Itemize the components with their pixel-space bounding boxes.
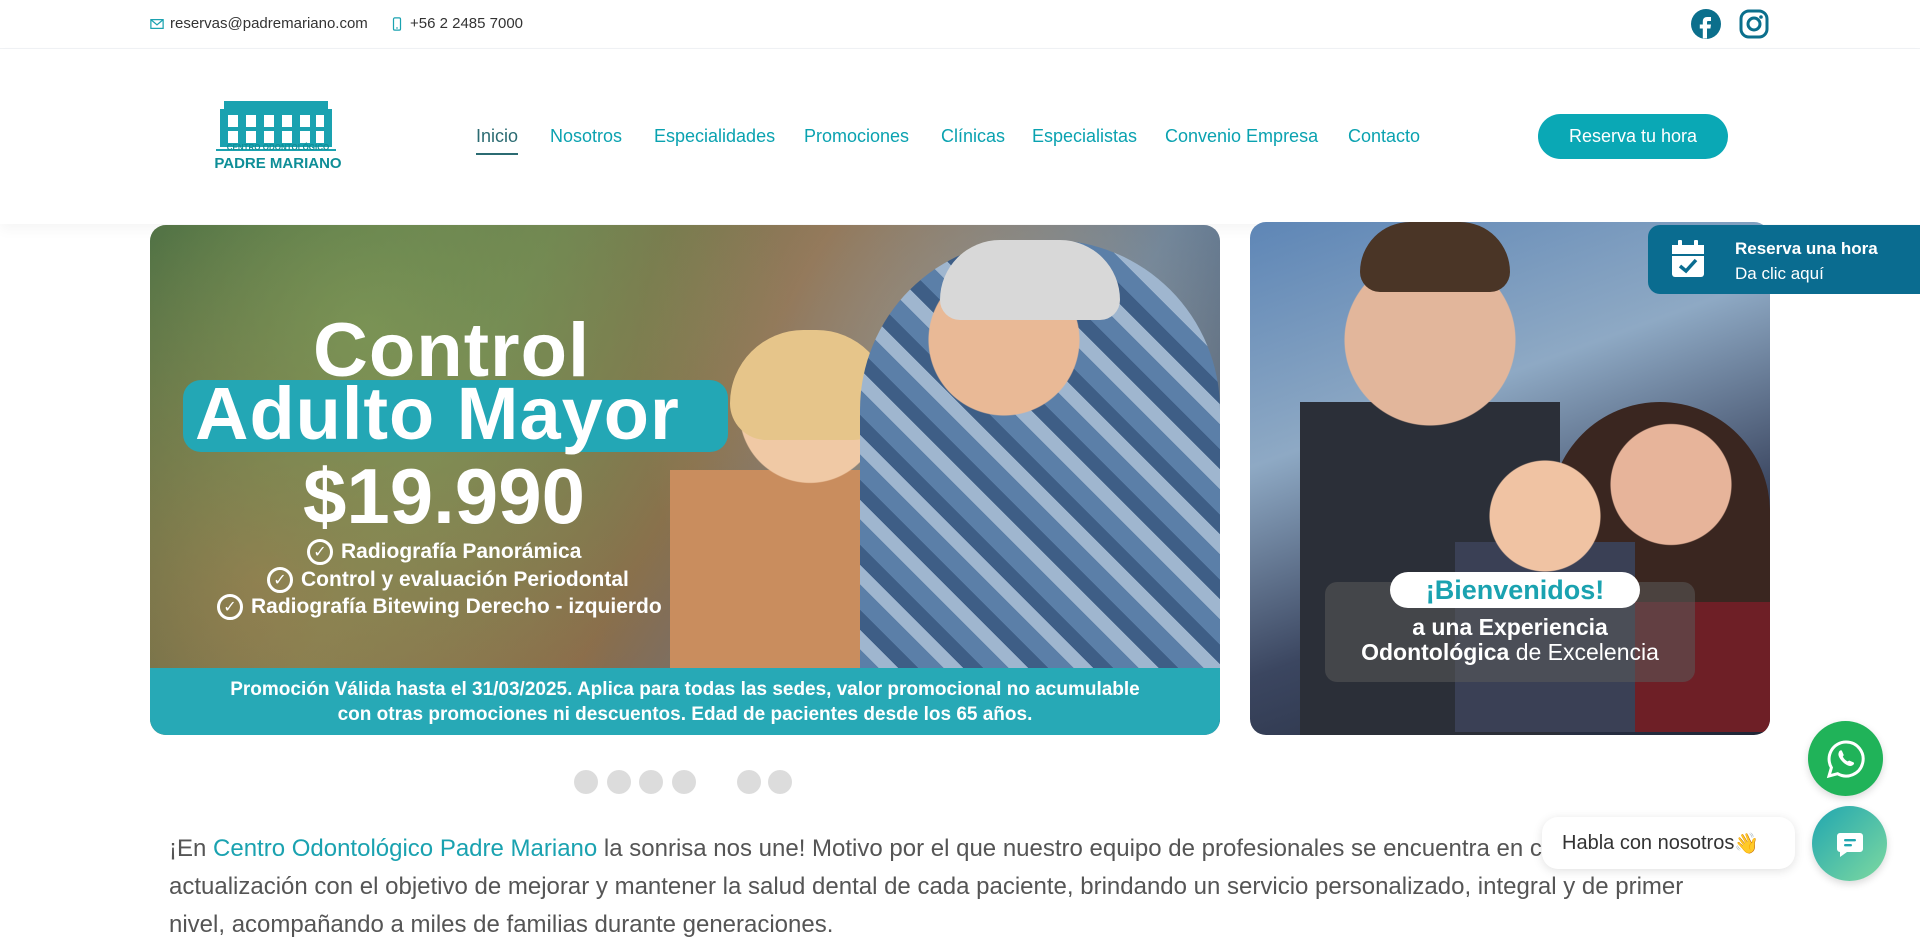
chat-invite-bubble[interactable]: Habla con nosotros 👋	[1542, 817, 1795, 869]
carousel-dot[interactable]	[607, 770, 631, 794]
email-text: reservas@padremariano.com	[170, 15, 368, 32]
nav-item-promociones[interactable]: Promociones	[804, 126, 909, 147]
carousel-dot[interactable]	[574, 770, 598, 794]
carousel-dot[interactable]	[672, 770, 696, 794]
promo-conditions-line2: con otras promociones ni descuentos. Eda…	[337, 704, 1033, 725]
welcome-line1: a una Experiencia	[1412, 614, 1608, 640]
check-circle-icon: ✓	[217, 594, 243, 620]
nav-item-especialidades[interactable]: Especialidades	[654, 126, 775, 147]
carousel-dot[interactable]	[768, 770, 792, 794]
logo[interactable]: CENTRO ODONTOLÓGICO PADRE MARIANO	[208, 95, 348, 179]
welcome-line2: Odontológica de Excelencia	[1325, 639, 1695, 666]
phone-contact[interactable]: +56 2 2485 7000	[390, 15, 523, 32]
instagram-icon[interactable]	[1738, 8, 1770, 40]
nav-item-clinicas[interactable]: Clínicas	[941, 126, 1005, 147]
nav-item-convenio-empresa[interactable]: Convenio Empresa	[1165, 126, 1318, 147]
calendar-check-icon	[1672, 240, 1704, 277]
envelope-icon	[150, 18, 164, 29]
waving-hand-icon: 👋	[1734, 832, 1760, 855]
promo-check-text: Radiografía Bitewing Derecho - izquierdo	[251, 595, 662, 618]
check-circle-icon: ✓	[307, 539, 333, 565]
promo-check-text: Radiografía Panorámica	[341, 540, 582, 563]
logo-title: PADRE MARIANO	[214, 155, 342, 172]
promo-check-item: ✓ Radiografía Bitewing Derecho - izquier…	[217, 594, 662, 620]
intro-highlight: Centro Odontológico Padre Mariano	[213, 835, 598, 862]
promo-conditions-line1: Promoción Válida hasta el 31/03/2025. Ap…	[230, 679, 1140, 700]
promo-check-item: ✓ Radiografía Panorámica	[307, 539, 581, 565]
nav-item-inicio[interactable]: Inicio	[476, 126, 519, 155]
chat-invite-text: Habla con nosotros	[1562, 831, 1735, 854]
promo-title-line2: Adulto Mayor	[195, 372, 680, 455]
whatsapp-icon	[1826, 739, 1865, 778]
logo-subtitle: CENTRO ODONTOLÓGICO	[226, 143, 330, 152]
carousel-dot[interactable]	[639, 770, 663, 794]
carousel-dot[interactable]	[737, 770, 761, 794]
welcome-pill: ¡Bienvenidos!	[1390, 572, 1640, 608]
nav-item-nosotros[interactable]: Nosotros	[550, 126, 622, 147]
welcome-line2-rest: de Excelencia	[1509, 639, 1659, 665]
whatsapp-button[interactable]	[1808, 721, 1883, 796]
email-contact[interactable]: reservas@padremariano.com	[150, 15, 368, 32]
promo-conditions: Promoción Válida hasta el 31/03/2025. Ap…	[150, 668, 1220, 735]
main-header: CENTRO ODONTOLÓGICO PADRE MARIANO Inicio…	[0, 49, 1920, 224]
chat-icon	[1836, 832, 1863, 857]
floating-reserva-subtitle: Da clic aquí	[1735, 264, 1824, 283]
check-circle-icon: ✓	[267, 567, 293, 593]
hero-slide-bienvenidos[interactable]: ¡Bienvenidos! a una Experiencia Odontoló…	[1250, 222, 1770, 735]
photo-man	[860, 240, 1220, 735]
promo-check-text: Control y evaluación Periodontal	[301, 568, 629, 591]
floating-reserva-tab[interactable]: Reserva una hora Da clic aquí	[1648, 225, 1920, 294]
nav-item-contacto[interactable]: Contacto	[1348, 126, 1420, 147]
intro-paragraph: ¡En Centro Odontológico Padre Mariano la…	[169, 830, 1739, 944]
promo-check-item: ✓ Control y evaluación Periodontal	[267, 567, 629, 593]
nav-item-especialistas[interactable]: Especialistas	[1032, 126, 1137, 147]
chat-button[interactable]	[1812, 806, 1887, 881]
promo-price: $19.990	[303, 452, 585, 540]
hero-slide-adulto-mayor[interactable]: Control Adulto Mayor $19.990 ✓ Radiograf…	[150, 225, 1220, 735]
mobile-phone-icon	[392, 16, 402, 31]
welcome-line2-bold: Odontológica	[1361, 639, 1510, 665]
top-bar: reservas@padremariano.com +56 2 2485 700…	[0, 0, 1920, 49]
intro-text-start: ¡En	[169, 835, 214, 862]
facebook-icon[interactable]	[1690, 8, 1722, 40]
floating-reserva-title: Reserva una hora	[1735, 239, 1878, 258]
reserva-tu-hora-button[interactable]: Reserva tu hora	[1538, 114, 1728, 159]
phone-text: +56 2 2485 7000	[410, 15, 524, 32]
